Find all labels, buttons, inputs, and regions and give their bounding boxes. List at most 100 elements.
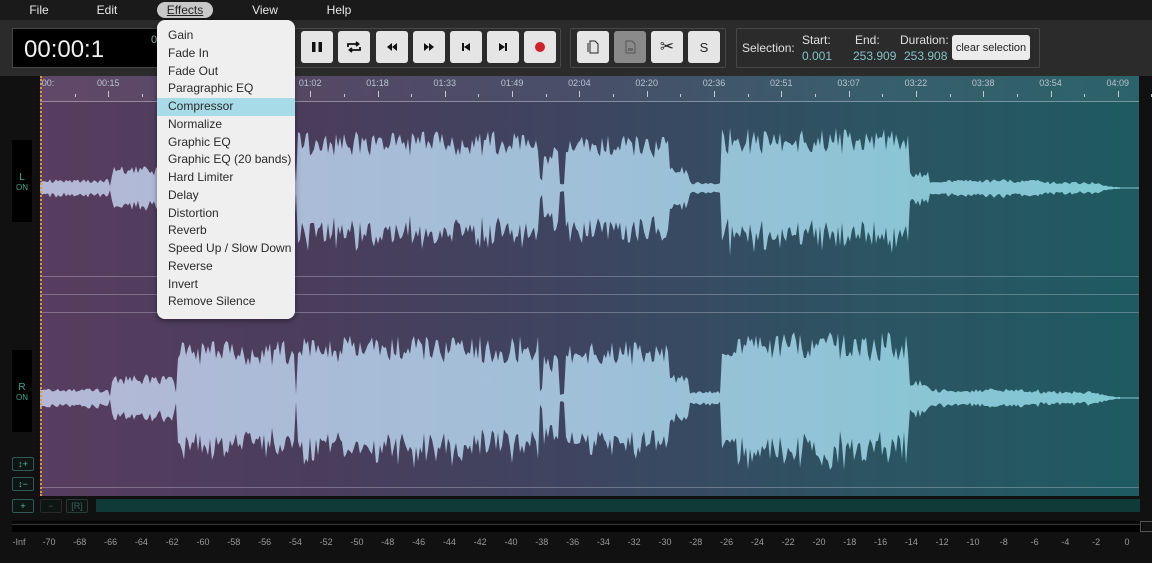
effects-menu-item[interactable]: Compressor [157, 98, 295, 116]
channel-state: ON [16, 393, 28, 402]
meter-label: -26 [720, 537, 734, 547]
meter-label: -60 [196, 537, 210, 547]
meter-label: -52 [319, 537, 333, 547]
meter-label: -58 [227, 537, 241, 547]
pause-button[interactable] [301, 31, 333, 63]
start-value: 0.001 [802, 49, 833, 63]
effects-menu-item[interactable]: Reverb [157, 222, 295, 240]
meter-label: -20 [812, 537, 826, 547]
copy-icon [587, 40, 599, 54]
effects-menu-item[interactable]: Invert [157, 276, 295, 294]
meter-label: -18 [843, 537, 857, 547]
end-value: 253.909 [853, 49, 897, 63]
fast-forward-icon [423, 42, 435, 52]
meter-label: -14 [904, 537, 918, 547]
paste-icon [624, 40, 636, 54]
channel-name: L [19, 172, 25, 183]
current-time: 00:00:1 [24, 36, 105, 63]
silence-button[interactable]: S [688, 31, 720, 63]
amplitude-down-button[interactable]: ↕− [12, 477, 34, 491]
meter-label: -30 [658, 537, 672, 547]
effects-menu-item[interactable]: Speed Up / Slow Down [157, 240, 295, 258]
meter-label: -22 [781, 537, 795, 547]
channel-state: ON [16, 183, 28, 192]
waveform-right-channel [40, 332, 1120, 470]
menu-bar: File Edit Effects View Help [0, 0, 1152, 20]
pause-icon [311, 41, 323, 53]
menu-effects[interactable]: Effects [157, 2, 213, 18]
effects-menu-item[interactable]: Fade In [157, 45, 295, 63]
meter-label: -46 [412, 537, 426, 547]
menu-help[interactable]: Help [322, 2, 356, 18]
channel-name: R [18, 382, 26, 393]
effects-menu-item[interactable]: Reverse [157, 258, 295, 276]
paste-button[interactable] [614, 31, 646, 63]
channel-right-toggle[interactable]: R ON [12, 350, 32, 432]
meter-label: -34 [596, 537, 610, 547]
silence-label: S [699, 39, 709, 55]
meter-label: -50 [350, 537, 364, 547]
skip-start-icon [461, 42, 471, 52]
menu-edit[interactable]: Edit [90, 2, 124, 18]
effects-menu-item[interactable]: Fade Out [157, 63, 295, 81]
meter-label: -32 [627, 537, 641, 547]
zoom-reset-button[interactable]: [R] [66, 499, 88, 513]
channel-left-toggle[interactable]: L ON [12, 140, 32, 222]
cut-button[interactable]: ✂ [651, 31, 683, 63]
playhead-cursor[interactable] [40, 76, 42, 496]
record-button[interactable] [524, 31, 556, 63]
meter-label: -24 [750, 537, 764, 547]
effects-menu-item[interactable]: Gain [157, 27, 295, 45]
meter-label: -6 [1030, 537, 1039, 547]
duration-label: Duration: [900, 33, 949, 47]
meter-label: -66 [104, 537, 118, 547]
meter-label: -12 [935, 537, 949, 547]
start-label: Start: [802, 33, 831, 47]
meter-label: -62 [165, 537, 179, 547]
meter-label: -48 [381, 537, 395, 547]
time-display: 00:00:1 0 [12, 28, 162, 68]
effects-menu-item[interactable]: Remove Silence [157, 293, 295, 311]
meter-peak [1140, 521, 1152, 532]
meter-label: -28 [689, 537, 703, 547]
effects-menu-item[interactable]: Hard Limiter [157, 169, 295, 187]
copy-button[interactable] [577, 31, 609, 63]
meter-label: -38 [535, 537, 549, 547]
effects-menu-item[interactable]: Graphic EQ (20 bands) [157, 151, 295, 169]
meter-label: -40 [504, 537, 518, 547]
fast-forward-button[interactable] [413, 31, 445, 63]
loop-icon [346, 40, 362, 54]
skip-end-icon [498, 42, 508, 52]
meter-label: -70 [42, 537, 56, 547]
meter-label: -68 [73, 537, 87, 547]
effects-menu-item[interactable]: Normalize [157, 116, 295, 134]
skip-start-button[interactable] [450, 31, 482, 63]
rewind-button[interactable] [376, 31, 408, 63]
effects-menu-item[interactable]: Paragraphic EQ [157, 80, 295, 98]
horizontal-scrollbar[interactable] [96, 499, 1140, 512]
clear-selection-button[interactable]: clear selection [952, 35, 1030, 60]
meter-label: -10 [966, 537, 980, 547]
meter-bar [12, 522, 1140, 525]
meter-label: -4 [1061, 537, 1070, 547]
effects-menu-item[interactable]: Graphic EQ [157, 134, 295, 152]
meter-label: -44 [442, 537, 456, 547]
loop-button[interactable] [338, 31, 370, 63]
menu-file[interactable]: File [22, 2, 56, 18]
zoom-out-button[interactable]: − [40, 499, 62, 513]
scissors-icon: ✂ [659, 37, 675, 56]
meter-label: -64 [134, 537, 148, 547]
audio-editor: File Edit Effects View Help 00:00:1 0 ✂ … [0, 0, 1152, 563]
menu-view[interactable]: View [248, 2, 282, 18]
duration-value: 253.908 [904, 49, 948, 63]
amplitude-up-button[interactable]: ↕+ [12, 457, 34, 471]
skip-end-button[interactable] [487, 31, 519, 63]
meter-label: -54 [288, 537, 302, 547]
meter-label: -2 [1092, 537, 1101, 547]
effects-dropdown: Gain Fade In Fade Out Paragraphic EQ Compres… [157, 20, 295, 319]
zoom-in-button[interactable]: + [12, 499, 34, 513]
meter-label: -8 [999, 537, 1008, 547]
effects-menu-item[interactable]: Distortion [157, 205, 295, 223]
effects-menu-item[interactable]: Delay [157, 187, 295, 205]
meter-label: -16 [874, 537, 888, 547]
